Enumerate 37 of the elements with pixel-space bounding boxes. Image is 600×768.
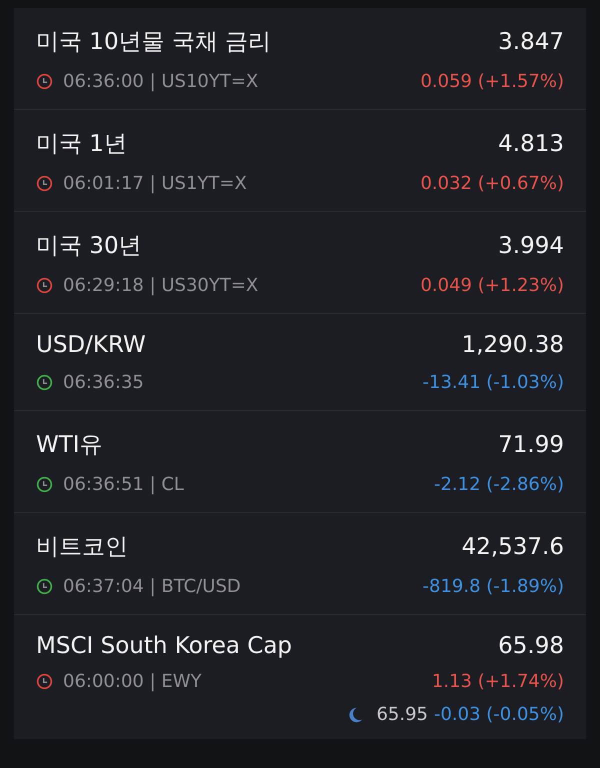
price-change: -819.8 (-1.89%)	[422, 576, 564, 597]
after-hours-change: -0.03 (-0.05%)	[434, 704, 564, 725]
price: 1,290.38	[462, 332, 564, 358]
timestamp: 06:36:35	[63, 372, 145, 393]
timestamp: 06:36:00 | US10YT=X	[63, 71, 260, 92]
instrument-name: WTI유	[36, 431, 104, 460]
instrument-name: 비트코인	[36, 533, 129, 562]
timestamp: 06:36:51 | CL	[63, 474, 185, 495]
price: 42,537.6	[462, 534, 564, 560]
price-change: 0.059 (+1.57%)	[420, 71, 564, 92]
timestamp: 06:37:04 | BTC/USD	[63, 576, 242, 597]
price-change: -13.41 (-1.03%)	[422, 372, 564, 393]
quote-row[interactable]: 미국 10년물 국채 금리 3.847 06:36:00 | US10YT=X 0.059 (+1.57%)	[14, 8, 586, 110]
timestamp: 06:00:00 | EWY	[63, 671, 203, 692]
price-change: 1.13 (+1.74%)	[432, 671, 564, 692]
quote-row[interactable]: 비트코인 42,537.6 06:37:04 | BTC/USD -819.8 (-1.89%)	[14, 513, 586, 615]
quote-row[interactable]: USD/KRW 1,290.38 06:36:35 -13.41 (-1.03%)	[14, 314, 586, 411]
price: 4.813	[498, 130, 564, 156]
timestamp: 06:29:18 | US30YT=X	[63, 275, 260, 296]
price-change: 0.032 (+0.67%)	[420, 173, 564, 194]
price-change: 0.049 (+1.23%)	[420, 275, 564, 296]
quote-row[interactable]: WTI유 71.99 06:36:51 | CL -2.12 (-2.86%)	[14, 411, 586, 513]
instrument-name: 미국 1년	[36, 130, 128, 159]
price: 3.994	[498, 232, 564, 258]
price: 65.98	[498, 633, 564, 659]
price: 71.99	[498, 432, 564, 458]
price: 3.847	[498, 28, 564, 54]
quote-row[interactable]: MSCI South Korea Cap 65.98 06:00:00 | EWY 1.13 (+1.74%) 65.95 -0.03 (-0.05%)	[14, 615, 586, 739]
after-hours-price: 65.95	[376, 704, 428, 725]
quote-row[interactable]: 미국 1년 4.813 06:01:17 | US1YT=X 0.032 (+0.67%)	[14, 110, 586, 212]
timestamp: 06:01:17 | US1YT=X	[63, 173, 248, 194]
instrument-name: USD/KRW	[36, 332, 147, 358]
instrument-name: 미국 10년물 국채 금리	[36, 28, 272, 57]
price-change: -2.12 (-2.86%)	[434, 474, 564, 495]
quote-row[interactable]: 미국 30년 3.994 06:29:18 | US30YT=X 0.049 (+1.23%)	[14, 212, 586, 314]
instrument-name: 미국 30년	[36, 232, 143, 261]
instrument-name: MSCI South Korea Cap	[36, 633, 294, 659]
